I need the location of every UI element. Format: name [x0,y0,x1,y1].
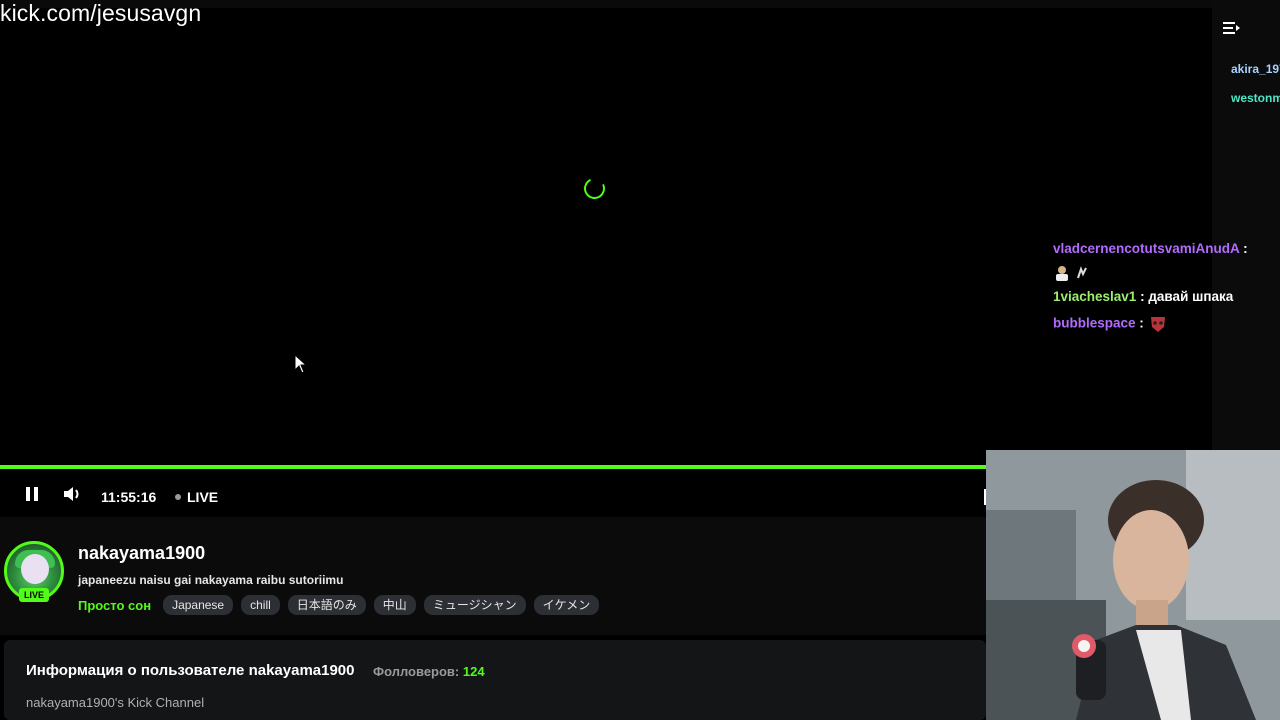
chat-message: vladcernencotutsvamiAnudA : [1053,241,1248,256]
pause-button[interactable] [21,483,43,505]
tag-chip[interactable]: chill [241,595,280,615]
player-controls: 11:55:16 LIVE [0,469,986,517]
video-player[interactable] [0,8,1212,468]
followers-info: Фолловеров: 124 [373,664,485,679]
tag-chip[interactable]: Japanese [163,595,234,615]
sparkle-emote-icon [1076,266,1087,279]
about-section: Информация о пользователе nakayama1900 Ф… [0,635,986,720]
mask-emote-icon [1150,317,1165,332]
live-badge: LIVE [19,588,49,602]
followers-label: Фолловеров: [373,664,460,679]
volume-button[interactable] [62,483,84,505]
about-title: Информация о пользователе nakayama1900 [26,662,355,679]
chat-message: 1viacheslav1 : давай шпака [1053,289,1234,304]
volume-icon [64,487,79,501]
about-description: nakayama1900's Kick Channel [26,695,205,710]
chat-username[interactable]: vladcernencotutsvamiAnudA [1053,241,1239,256]
stream-title: japaneezu naisu gai nakayama raibu sutor… [78,573,344,587]
category-link[interactable]: Просто сон [78,598,151,613]
chat-username[interactable]: akira_197 [1231,62,1280,76]
chat-message: bubblespace : [1053,314,1168,334]
live-dot-icon [175,494,181,500]
followers-count: 124 [462,664,485,679]
webcam-image [986,450,1280,720]
chat-username[interactable]: bubblespace [1053,316,1136,331]
tag-chip[interactable]: 中山 [373,595,416,615]
chat-username[interactable]: westonm [1231,91,1280,105]
tag-list: Просто сон Japanese chill 日本語のみ 中山 ミュージシ… [78,595,600,615]
loading-spinner-icon [581,175,608,202]
collapse-chat-icon[interactable] [1222,20,1242,36]
webcam-overlay [986,450,1280,720]
tag-chip[interactable]: ミュージシャン [423,595,526,615]
live-label[interactable]: LIVE [187,489,218,505]
channel-name[interactable]: nakayama1900 [78,543,205,564]
channel-info: LIVE nakayama1900 japaneezu naisu gai na… [0,517,986,635]
chat-message [1053,264,1089,282]
pause-icon [26,487,38,501]
chat-username[interactable]: 1viacheslav1 [1053,289,1136,304]
about-card: Информация о пользователе nakayama1900 Ф… [4,640,986,720]
tag-chip[interactable]: 日本語のみ [287,595,366,615]
chat-text: давай шпака [1148,289,1234,304]
stream-time: 11:55:16 [101,489,157,505]
person-emote-icon [1056,266,1068,281]
tag-chip[interactable]: イケメン [533,595,600,615]
chat-overlay: vladcernencotutsvamiAnudA : 1viacheslav1… [1053,222,1280,342]
watermark-url: kick.com/jesusavgn [0,0,202,26]
mouse-cursor-icon [294,354,308,374]
